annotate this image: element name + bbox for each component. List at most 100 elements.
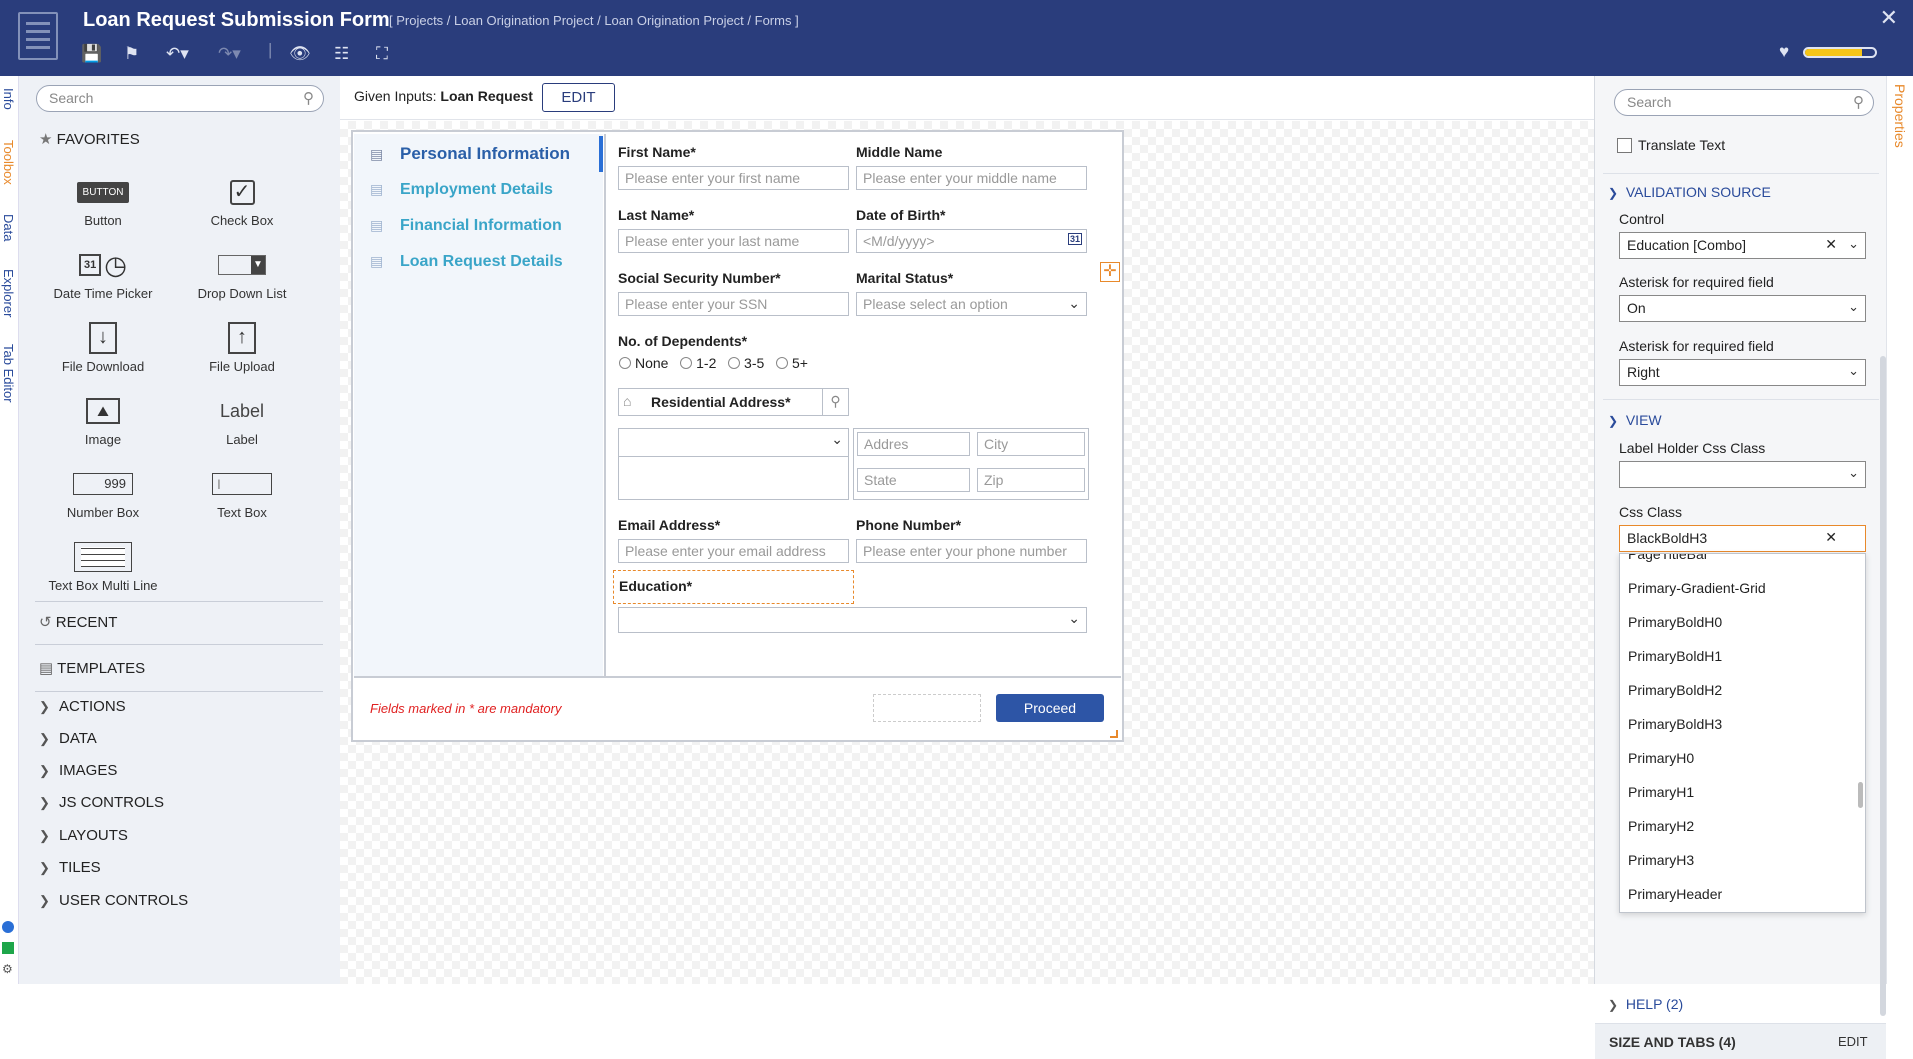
- close-icon[interactable]: ✕: [1880, 5, 1898, 31]
- css-class-dropdown[interactable]: PageTitleBar Primary-Gradient-Grid Prima…: [1619, 553, 1866, 913]
- address-select-box[interactable]: ⌄: [618, 428, 849, 500]
- education-label-selected[interactable]: Education*: [613, 570, 854, 604]
- dropdown-item[interactable]: PrimaryBoldH0: [1620, 606, 1865, 640]
- tool-file-download[interactable]: ↓ File Download: [33, 321, 173, 374]
- search-icon[interactable]: ⚲: [822, 389, 848, 415]
- tool-check-box[interactable]: ✓ Check Box: [172, 175, 312, 228]
- form-container[interactable]: ▤ Personal Information ▤ Employment Deta…: [351, 130, 1124, 742]
- translate-text-checkbox[interactable]: Translate Text: [1617, 137, 1725, 153]
- address-city-input[interactable]: City: [977, 432, 1085, 456]
- calendar-icon[interactable]: 31: [1067, 233, 1082, 245]
- radio-1-2[interactable]: 1-2: [680, 355, 716, 371]
- empty-button-slot[interactable]: [873, 694, 981, 722]
- category-user-controls[interactable]: ❯ USER CONTROLS: [39, 892, 188, 909]
- recent-header[interactable]: ↺ RECENT: [39, 613, 117, 631]
- nav-financial-information[interactable]: Financial Information: [400, 217, 562, 235]
- asterisk-select-1[interactable]: On ⌄: [1619, 295, 1866, 322]
- address-search-box[interactable]: ⌂ Residential Address* ⚲: [618, 388, 849, 416]
- dropdown-item[interactable]: PrimaryBoldH3: [1620, 708, 1865, 742]
- redo-icon[interactable]: ↷▾: [218, 44, 241, 64]
- tool-number-box[interactable]: 999 Number Box: [33, 467, 173, 520]
- category-actions[interactable]: ❯ ACTIONS: [39, 698, 126, 715]
- view-header[interactable]: ❯ VIEW: [1608, 412, 1662, 428]
- dropdown-item[interactable]: PrimaryBoldH2: [1620, 674, 1865, 708]
- email-input[interactable]: Please enter your email address: [618, 539, 849, 563]
- help-header[interactable]: ❯ HELP (2): [1608, 996, 1683, 1012]
- nav-loan-request-details[interactable]: Loan Request Details: [400, 253, 563, 271]
- address-state-input[interactable]: State: [857, 468, 970, 492]
- tab-explorer[interactable]: Explorer: [1, 269, 16, 317]
- breadcrumb[interactable]: [ Projects / Loan Origination Project / …: [389, 13, 799, 28]
- category-images[interactable]: ❯ IMAGES: [39, 762, 117, 779]
- favorites-header[interactable]: ★ FAVORITES: [39, 130, 140, 148]
- dropdown-item[interactable]: PrimaryHeader: [1620, 878, 1865, 912]
- radio-5-plus[interactable]: 5+: [775, 355, 808, 371]
- dropdown-item[interactable]: PrimaryH1: [1620, 776, 1865, 810]
- resize-handle[interactable]: [1110, 730, 1118, 738]
- tab-tab-editor[interactable]: Tab Editor: [1, 344, 16, 403]
- divider: [1603, 173, 1879, 174]
- tool-button[interactable]: BUTTON Button: [33, 175, 173, 228]
- size-tabs-edit-link[interactable]: EDIT: [1838, 1034, 1868, 1049]
- dob-input[interactable]: <M/d/yyyy> 31: [856, 229, 1087, 253]
- address-street-input[interactable]: Addres: [857, 432, 970, 456]
- tab-properties[interactable]: Properties: [1892, 84, 1908, 148]
- dropdown-item[interactable]: PrimaryH2: [1620, 810, 1865, 844]
- education-select[interactable]: ⌄: [618, 607, 1087, 633]
- undo-icon[interactable]: ↶▾: [166, 44, 189, 64]
- category-data[interactable]: ❯ DATA: [39, 730, 97, 747]
- category-tiles[interactable]: ❯ TILES: [39, 859, 101, 876]
- first-name-input[interactable]: Please enter your first name: [618, 166, 849, 190]
- ssn-input[interactable]: Please enter your SSN: [618, 292, 849, 316]
- tool-image[interactable]: ⛰ Image: [33, 394, 173, 447]
- fullscreen-icon[interactable]: ⛶: [376, 44, 388, 64]
- tool-file-upload[interactable]: ↑ File Upload: [172, 321, 312, 374]
- dropdown-item[interactable]: PrimaryH3: [1620, 844, 1865, 878]
- marital-status-select[interactable]: Please select an option ⌄: [856, 292, 1087, 316]
- properties-search-input[interactable]: Search ⚲: [1614, 89, 1874, 116]
- category-layouts[interactable]: ❯ LAYOUTS: [39, 827, 128, 844]
- nav-employment-details[interactable]: Employment Details: [400, 181, 553, 199]
- control-select[interactable]: Education [Combo] ✕ ⌄: [1619, 232, 1866, 259]
- nav-personal-information[interactable]: Personal Information: [400, 144, 570, 164]
- templates-header[interactable]: ▤ TEMPLATES: [39, 659, 145, 677]
- tool-date-time-picker[interactable]: 31 ◷ Date Time Picker: [33, 248, 173, 302]
- dropdown-item[interactable]: PageTitleBar: [1620, 554, 1865, 572]
- radio-none[interactable]: None: [619, 355, 668, 371]
- dropdown-scrollbar[interactable]: [1858, 782, 1863, 808]
- label-holder-css-select[interactable]: ⌄: [1619, 461, 1866, 488]
- dropdown-item[interactable]: Primary-Gradient-Grid: [1620, 572, 1865, 606]
- tool-label[interactable]: Label Label: [172, 394, 312, 448]
- tab-data[interactable]: Data: [1, 214, 16, 241]
- category-js-controls[interactable]: ❯ JS CONTROLS: [39, 794, 164, 811]
- help-icon[interactable]: [2, 942, 14, 954]
- middle-name-input[interactable]: Please enter your middle name: [856, 166, 1087, 190]
- proceed-button[interactable]: Proceed: [996, 694, 1104, 722]
- dropdown-item[interactable]: PrimaryH0: [1620, 742, 1865, 776]
- flag-icon[interactable]: ⚑: [124, 44, 139, 64]
- clear-icon[interactable]: ✕: [1825, 236, 1837, 253]
- move-handle-icon[interactable]: ✛: [1100, 262, 1120, 282]
- chat-icon[interactable]: [2, 921, 14, 933]
- tool-drop-down-list[interactable]: ▼ Drop Down List: [172, 248, 312, 301]
- asterisk-select-2[interactable]: Right ⌄: [1619, 359, 1866, 386]
- tab-toolbox[interactable]: Toolbox: [1, 140, 16, 185]
- address-zip-input[interactable]: Zip: [977, 468, 1085, 492]
- hierarchy-icon[interactable]: ☷: [334, 44, 349, 64]
- clear-icon[interactable]: ✕: [1825, 529, 1837, 546]
- tab-info[interactable]: Info: [1, 88, 16, 110]
- settings-gear-icon[interactable]: ⚙: [2, 962, 13, 976]
- last-name-input[interactable]: Please enter your last name: [618, 229, 849, 253]
- save-icon[interactable]: 💾: [81, 44, 102, 64]
- validation-source-header[interactable]: ❯ VALIDATION SOURCE: [1608, 184, 1771, 200]
- dropdown-item[interactable]: PrimaryBoldH1: [1620, 640, 1865, 674]
- css-class-input[interactable]: BlackBoldH3 ✕: [1619, 525, 1866, 552]
- radio-3-5[interactable]: 3-5: [728, 355, 764, 371]
- phone-input[interactable]: Please enter your phone number: [856, 539, 1087, 563]
- edit-inputs-button[interactable]: EDIT: [542, 83, 615, 112]
- toolbox-search-input[interactable]: Search ⚲: [36, 85, 324, 112]
- tool-text-box-multi-line[interactable]: Text Box Multi Line: [33, 540, 173, 593]
- heart-icon[interactable]: ♥: [1779, 42, 1789, 62]
- tool-text-box[interactable]: I Text Box: [172, 467, 312, 520]
- preview-eye-icon[interactable]: 👁: [289, 44, 311, 64]
